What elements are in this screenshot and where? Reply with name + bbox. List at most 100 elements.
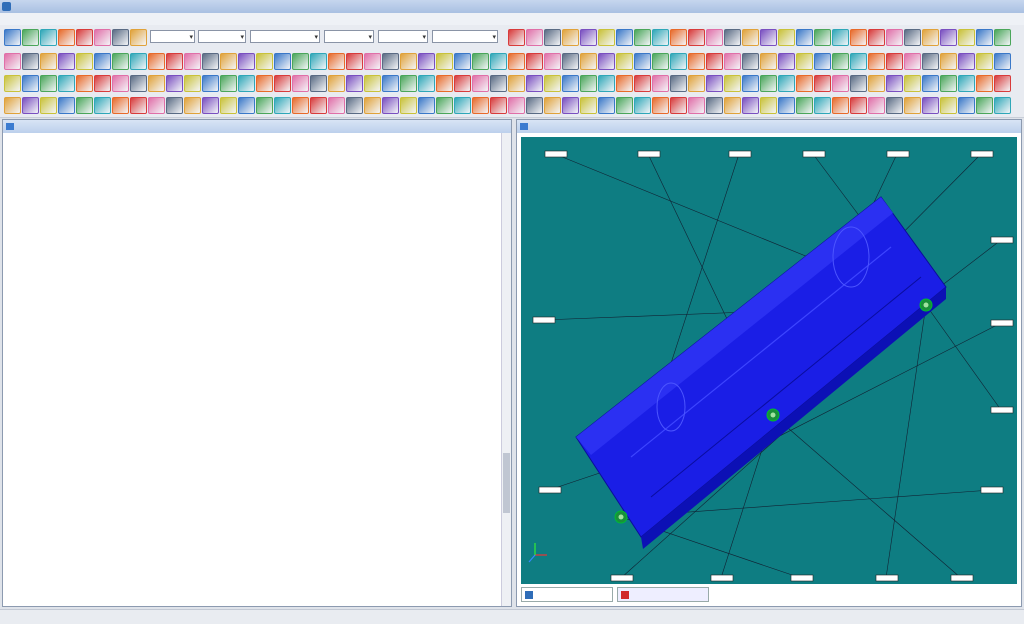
toolbar-button-icon[interactable] (94, 97, 111, 114)
toolbar-button-icon[interactable] (76, 53, 93, 70)
toolbar-button-icon[interactable] (346, 75, 363, 92)
toolbar-button-icon[interactable] (40, 75, 57, 92)
toolbar-button-icon[interactable] (760, 75, 777, 92)
toolbar-button-icon[interactable] (130, 53, 147, 70)
toolbar-button-icon[interactable] (418, 53, 435, 70)
toolbar-button-icon[interactable] (742, 75, 759, 92)
toolbar-button-icon[interactable] (238, 97, 255, 114)
toolbar-select-3[interactable] (250, 30, 320, 43)
toolbar-button-icon[interactable] (544, 29, 561, 46)
toolbar-button-icon[interactable] (742, 97, 759, 114)
toolbar-button-icon[interactable] (994, 75, 1011, 92)
toolbar-button-icon[interactable] (544, 75, 561, 92)
toolbar-button-icon[interactable] (616, 97, 633, 114)
toolbar-button-icon[interactable] (112, 75, 129, 92)
toolbar-button-icon[interactable] (58, 53, 75, 70)
toolbar-button-icon[interactable] (562, 97, 579, 114)
toolbar-button-icon[interactable] (652, 97, 669, 114)
toolbar-button-icon[interactable] (580, 97, 597, 114)
editor-scroll-thumb[interactable] (503, 453, 510, 513)
toolbar-select-1[interactable] (150, 30, 195, 43)
toolbar-button-icon[interactable] (184, 75, 201, 92)
toolbar-button-icon[interactable] (490, 97, 507, 114)
toolbar-button-icon[interactable] (832, 29, 849, 46)
toolbar-button-icon[interactable] (868, 97, 885, 114)
toolbar-button-icon[interactable] (958, 75, 975, 92)
toolbar-button-icon[interactable] (562, 75, 579, 92)
toolbar-button-icon[interactable] (688, 97, 705, 114)
toolbar-button-icon[interactable] (472, 97, 489, 114)
toolbar-button-icon[interactable] (292, 97, 309, 114)
toolbar-button-icon[interactable] (526, 75, 543, 92)
toolbar-button-icon[interactable] (58, 75, 75, 92)
toolbar-button-icon[interactable] (292, 53, 309, 70)
toolbar-button-icon[interactable] (850, 53, 867, 70)
toolbar-button-icon[interactable] (526, 97, 543, 114)
toolbar-button-icon[interactable] (526, 53, 543, 70)
toolbar-button-icon[interactable] (436, 53, 453, 70)
toolbar-button-icon[interactable] (886, 75, 903, 92)
toolbar-button-icon[interactable] (760, 97, 777, 114)
tab-graphics-view[interactable] (521, 587, 613, 602)
toolbar-button-icon[interactable] (652, 75, 669, 92)
toolbar-button-icon[interactable] (958, 97, 975, 114)
toolbar-button-icon[interactable] (4, 75, 21, 92)
toolbar-button-icon[interactable] (976, 53, 993, 70)
toolbar-button-icon[interactable] (886, 97, 903, 114)
toolbar-button-icon[interactable] (814, 29, 831, 46)
toolbar-button-icon[interactable] (220, 75, 237, 92)
toolbar-button-icon[interactable] (400, 97, 417, 114)
toolbar-button-icon[interactable] (436, 75, 453, 92)
toolbar-button-icon[interactable] (940, 29, 957, 46)
toolbar-button-icon[interactable] (328, 53, 345, 70)
toolbar-button-icon[interactable] (310, 97, 327, 114)
toolbar-button-icon[interactable] (814, 97, 831, 114)
toolbar-button-icon[interactable] (868, 29, 885, 46)
toolbar-button-icon[interactable] (922, 29, 939, 46)
toolbar-button-icon[interactable] (778, 97, 795, 114)
toolbar-button-icon[interactable] (112, 97, 129, 114)
toolbar-button-icon[interactable] (130, 97, 147, 114)
toolbar-button-icon[interactable] (400, 75, 417, 92)
toolbar-button-icon[interactable] (274, 97, 291, 114)
toolbar-button-icon[interactable] (706, 29, 723, 46)
toolbar-button-icon[interactable] (760, 53, 777, 70)
toolbar-button-icon[interactable] (922, 53, 939, 70)
toolbar-button-icon[interactable] (490, 75, 507, 92)
toolbar-select-2[interactable] (198, 30, 246, 43)
toolbar-button-icon[interactable] (994, 97, 1011, 114)
toolbar-button-icon[interactable] (832, 75, 849, 92)
toolbar-button-icon[interactable] (454, 75, 471, 92)
toolbar-button-icon[interactable] (454, 97, 471, 114)
toolbar-button-icon[interactable] (148, 53, 165, 70)
toolbar-button-icon[interactable] (742, 29, 759, 46)
toolbar-button-icon[interactable] (310, 75, 327, 92)
toolbar-button-icon[interactable] (508, 29, 525, 46)
toolbar-button-icon[interactable] (886, 53, 903, 70)
toolbar-button-icon[interactable] (598, 97, 615, 114)
toolbar-button-icon[interactable] (742, 53, 759, 70)
toolbar-button-icon[interactable] (544, 53, 561, 70)
toolbar-button-icon[interactable] (976, 75, 993, 92)
toolbar-button-icon[interactable] (130, 75, 147, 92)
toolbar-button-icon[interactable] (670, 53, 687, 70)
toolbar-button-icon[interactable] (202, 97, 219, 114)
toolbar-button-icon[interactable] (166, 97, 183, 114)
toolbar-button-icon[interactable] (868, 75, 885, 92)
toolbar-button-icon[interactable] (814, 75, 831, 92)
toolbar-button-icon[interactable] (616, 53, 633, 70)
toolbar-button-icon[interactable] (274, 75, 291, 92)
toolbar-button-icon[interactable] (4, 53, 21, 70)
toolbar-button-icon[interactable] (562, 53, 579, 70)
toolbar-button-icon[interactable] (22, 97, 39, 114)
toolbar-button-icon[interactable] (850, 97, 867, 114)
toolbar-button-icon[interactable] (418, 75, 435, 92)
toolbar-button-icon[interactable] (220, 97, 237, 114)
toolbar-button-icon[interactable] (796, 75, 813, 92)
toolbar-button-icon[interactable] (760, 29, 777, 46)
toolbar-button-icon[interactable] (580, 53, 597, 70)
toolbar-button-icon[interactable] (112, 29, 129, 46)
toolbar-button-icon[interactable] (238, 53, 255, 70)
toolbar-button-icon[interactable] (202, 53, 219, 70)
toolbar-button-icon[interactable] (292, 75, 309, 92)
